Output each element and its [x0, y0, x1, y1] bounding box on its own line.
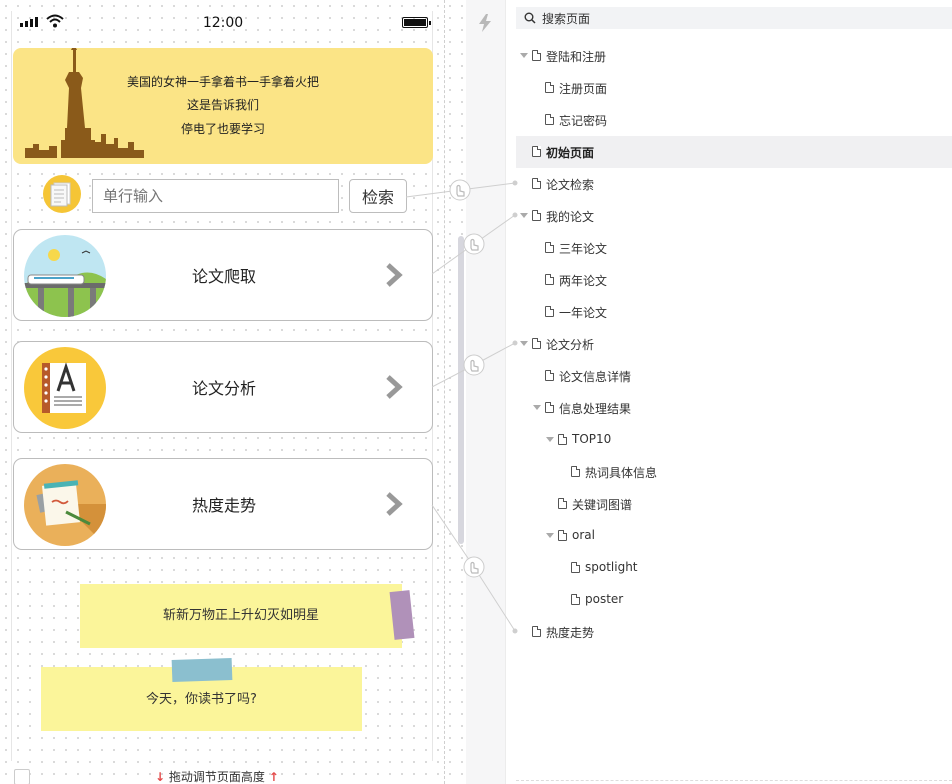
- link-hand-icon: [449, 179, 485, 578]
- interaction-links: [405, 179, 518, 634]
